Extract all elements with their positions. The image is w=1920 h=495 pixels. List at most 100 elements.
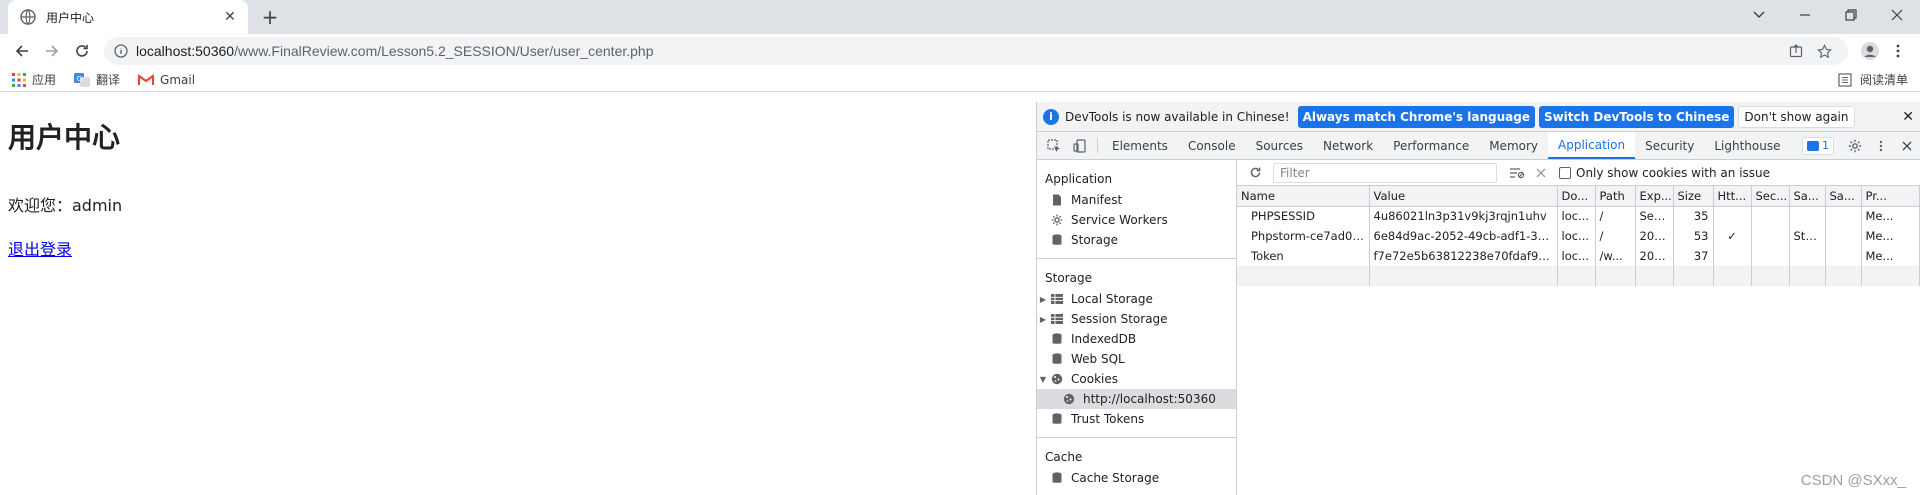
- back-button[interactable]: [8, 37, 36, 65]
- share-icon[interactable]: [1782, 37, 1810, 65]
- reload-button[interactable]: [68, 37, 96, 65]
- minimize-button[interactable]: [1782, 0, 1828, 30]
- table-row[interactable]: PHPSESSID 4u86021ln3p31v9kj3rqjn1uhv loc…: [1237, 206, 1920, 226]
- tab-sources[interactable]: Sources: [1246, 132, 1313, 159]
- sidebar-header-application: Application: [1045, 172, 1113, 186]
- close-devtools-icon[interactable]: [1894, 141, 1920, 151]
- tab-security[interactable]: Security: [1635, 132, 1704, 159]
- tab-elements[interactable]: Elements: [1102, 132, 1178, 159]
- only-issue-checkbox[interactable]: [1559, 166, 1571, 179]
- tab-search-icon[interactable]: [1736, 0, 1782, 30]
- cookie-httponly: [1713, 246, 1752, 266]
- browser-tab-active[interactable]: 用户中心 ✕: [8, 0, 248, 34]
- sidebar-item-web-sql[interactable]: Web SQL: [1037, 349, 1236, 369]
- table-grid-icon: [1049, 292, 1065, 306]
- close-infobar-icon[interactable]: ✕: [1902, 109, 1914, 125]
- device-toolbar-icon[interactable]: [1067, 132, 1093, 159]
- column-header[interactable]: Name: [1237, 186, 1370, 207]
- refresh-icon[interactable]: [1243, 163, 1267, 183]
- table-row[interactable]: Phpstorm-ce7ad056 6e84d9ac-2052-49cb-adf…: [1237, 226, 1920, 246]
- sidebar-item-manifest[interactable]: Manifest: [1037, 190, 1236, 210]
- clear-all-icon[interactable]: [1505, 163, 1529, 183]
- sidebar-item-session-storage[interactable]: ▶ Session Storage: [1037, 309, 1236, 329]
- column-header[interactable]: Htt...: [1713, 186, 1752, 207]
- sidebar-item-storage[interactable]: Storage: [1037, 230, 1236, 250]
- column-header[interactable]: Sa...: [1825, 186, 1862, 207]
- sidebar-item-label: Web SQL: [1071, 352, 1125, 366]
- table-grid-icon: [1049, 312, 1065, 326]
- column-header[interactable]: Exp...: [1635, 186, 1674, 207]
- issues-badge[interactable]: 1: [1802, 136, 1834, 155]
- column-header[interactable]: Sec...: [1751, 186, 1790, 207]
- cookie-size: 53: [1673, 226, 1714, 246]
- info-icon[interactable]: [114, 44, 128, 58]
- cookie-domain: loc...: [1557, 226, 1596, 246]
- sidebar-item-cache-storage[interactable]: Cache Storage: [1037, 468, 1236, 488]
- profile-avatar-icon[interactable]: [1856, 37, 1884, 65]
- table-row[interactable]: Token f7e72e5b63812238e70fdaf9d5a... loc…: [1237, 246, 1920, 266]
- sidebar-item-indexeddb[interactable]: IndexedDB: [1037, 329, 1236, 349]
- menu-kebab-icon[interactable]: [1884, 37, 1912, 65]
- column-header[interactable]: Pr...: [1861, 186, 1920, 207]
- bookmark-gmail[interactable]: Gmail: [138, 73, 195, 87]
- switch-to-chinese-button[interactable]: Switch DevTools to Chinese: [1538, 105, 1735, 128]
- close-window-button[interactable]: [1874, 0, 1920, 30]
- sidebar-item-local-storage[interactable]: ▶ Local Storage: [1037, 289, 1236, 309]
- restore-button[interactable]: [1828, 0, 1874, 30]
- logout-link[interactable]: 退出登录: [8, 240, 72, 259]
- url-text[interactable]: localhost:50360/www.FinalReview.com/Less…: [136, 43, 1782, 59]
- tab-memory[interactable]: Memory: [1479, 132, 1548, 159]
- column-header[interactable]: Size: [1673, 186, 1714, 207]
- address-bar[interactable]: localhost:50360/www.FinalReview.com/Less…: [104, 37, 1848, 65]
- bookmark-label: 应用: [32, 73, 57, 87]
- column-header[interactable]: Do...: [1557, 186, 1596, 207]
- sidebar-item-cookies[interactable]: ▼ Cookies: [1037, 369, 1236, 389]
- bookmark-translate[interactable]: G 翻译: [74, 71, 120, 88]
- customize-kebab-icon[interactable]: [1868, 140, 1894, 152]
- always-match-language-button[interactable]: Always match Chrome's language: [1297, 105, 1535, 128]
- reading-list-icon: [1838, 72, 1852, 87]
- cookie-filter-input[interactable]: Filter: [1273, 162, 1497, 183]
- database-icon: [1049, 471, 1065, 485]
- tab-lighthouse[interactable]: Lighthouse: [1704, 132, 1790, 159]
- cookie-secure: [1751, 246, 1790, 266]
- cookie-domain: loc...: [1557, 246, 1596, 266]
- cookie-icon: [1061, 392, 1077, 406]
- expand-arrow-icon[interactable]: ▶: [1037, 315, 1049, 324]
- tab-console[interactable]: Console: [1178, 132, 1246, 159]
- cookie-name: Phpstorm-ce7ad056: [1237, 226, 1370, 246]
- cookie-priority: Me...: [1861, 246, 1920, 266]
- table-header-row: Name Value Do... Path Exp... Size Htt...…: [1237, 186, 1920, 207]
- database-icon: [1049, 412, 1065, 426]
- cookie-size: 37: [1673, 246, 1714, 266]
- column-header[interactable]: Path: [1595, 186, 1636, 207]
- new-tab-button[interactable]: +: [258, 5, 282, 29]
- tab-network[interactable]: Network: [1313, 132, 1383, 159]
- cookie-path: /w...: [1595, 246, 1636, 266]
- sidebar-header-storage: Storage: [1045, 271, 1092, 285]
- inspect-element-icon[interactable]: [1041, 132, 1067, 159]
- forward-button[interactable]: [38, 37, 66, 65]
- tab-close-icon[interactable]: ✕: [222, 9, 238, 25]
- reading-list-button[interactable]: 阅读清单: [1838, 71, 1908, 88]
- tab-performance[interactable]: Performance: [1383, 132, 1479, 159]
- bookmark-star-icon[interactable]: [1810, 37, 1838, 65]
- bookmark-apps[interactable]: 应用: [12, 71, 56, 88]
- cookie-sameparty: [1825, 206, 1862, 226]
- settings-gear-icon[interactable]: [1842, 139, 1868, 153]
- dont-show-again-button[interactable]: Don't show again: [1738, 105, 1855, 128]
- cookie-expires: 203...: [1635, 226, 1674, 246]
- delete-selected-icon[interactable]: [1529, 163, 1553, 183]
- column-header[interactable]: Sa...: [1789, 186, 1826, 207]
- tab-application[interactable]: Application: [1548, 132, 1636, 159]
- sidebar-item-trust-tokens[interactable]: Trust Tokens: [1037, 409, 1236, 429]
- page-heading: 用户中心: [8, 121, 121, 154]
- collapse-arrow-icon[interactable]: ▼: [1037, 375, 1049, 384]
- google-translate-icon: G: [74, 72, 91, 87]
- sidebar-item-service-workers[interactable]: Service Workers: [1037, 210, 1236, 230]
- expand-arrow-icon[interactable]: ▶: [1037, 295, 1049, 304]
- sidebar-item-cookie-origin[interactable]: http://localhost:50360: [1037, 389, 1236, 409]
- devtools-language-infobar: i DevTools is now available in Chinese! …: [1037, 102, 1920, 132]
- cookie-name: Token: [1237, 246, 1370, 266]
- column-header[interactable]: Value: [1369, 186, 1558, 207]
